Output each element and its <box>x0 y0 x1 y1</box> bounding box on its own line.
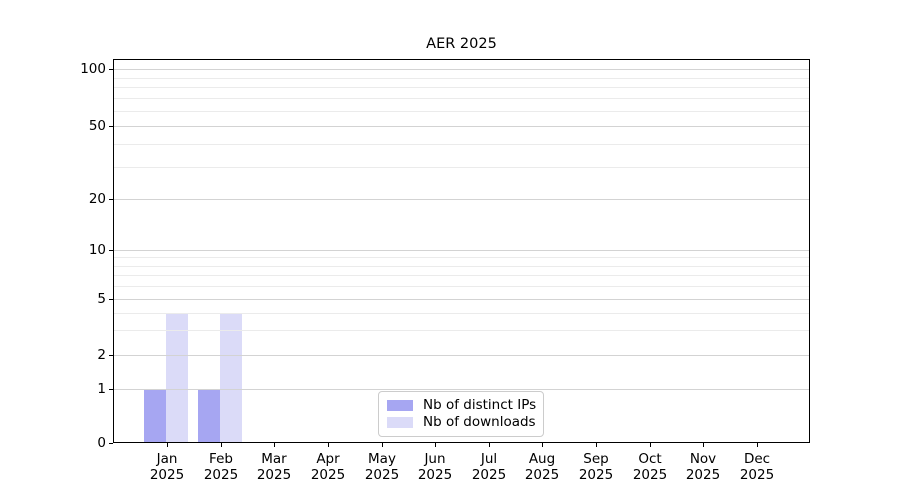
gridline-minor <box>114 87 809 88</box>
x-tick-mark <box>489 443 490 447</box>
gridline-major <box>114 126 809 127</box>
bar-distinct-ips <box>198 389 220 442</box>
x-tick-mark <box>650 443 651 447</box>
bar-downloads <box>220 313 242 442</box>
bar-distinct-ips <box>144 389 166 442</box>
y-tick-mark <box>109 389 113 390</box>
gridline-major <box>114 389 809 390</box>
gridline-minor <box>114 98 809 99</box>
legend-label: Nb of downloads <box>423 414 536 431</box>
gridline-minor <box>114 313 809 314</box>
gridline-major <box>114 355 809 356</box>
x-tick-mark <box>167 443 168 447</box>
y-tick-label: 2 <box>0 346 106 364</box>
x-tick-mark <box>757 443 758 447</box>
y-tick-mark <box>109 69 113 70</box>
y-tick-label: 10 <box>0 241 106 259</box>
x-tick-mark <box>328 443 329 447</box>
gridline-minor <box>114 330 809 331</box>
gridline-major <box>114 299 809 300</box>
x-tick-mark <box>703 443 704 447</box>
y-tick-label: 1 <box>0 380 106 398</box>
y-tick-label: 100 <box>0 60 106 78</box>
gridline-minor <box>114 266 809 267</box>
chart-title: AER 2025 <box>113 36 810 53</box>
x-tick-mark <box>596 443 597 447</box>
legend-item: Nb of downloads <box>387 414 535 431</box>
legend: Nb of distinct IPsNb of downloads <box>378 391 544 437</box>
x-tick-mark <box>274 443 275 447</box>
y-tick-mark <box>109 199 113 200</box>
y-tick-label: 0 <box>0 434 106 452</box>
x-tick-mark <box>221 443 222 447</box>
x-tick-label: Dec 2025 <box>725 451 789 483</box>
plot-area <box>113 59 810 443</box>
legend-label: Nb of distinct IPs <box>423 397 536 414</box>
gridline-minor <box>114 167 809 168</box>
gridline-minor <box>114 275 809 276</box>
gridline-major <box>114 250 809 251</box>
legend-item: Nb of distinct IPs <box>387 397 535 414</box>
legend-swatch-distinct-ips <box>387 400 413 411</box>
y-tick-mark <box>109 126 113 127</box>
gridline-major <box>114 199 809 200</box>
chart-figure: AER 2025 0125102050100Jan 2025Feb 2025Ma… <box>0 0 900 500</box>
gridline-minor <box>114 78 809 79</box>
y-tick-mark <box>109 250 113 251</box>
y-tick-label: 20 <box>0 190 106 208</box>
gridline-minor <box>114 144 809 145</box>
x-tick-mark <box>542 443 543 447</box>
gridline-major <box>114 69 809 70</box>
y-tick-label: 50 <box>0 117 106 135</box>
gridline-minor <box>114 286 809 287</box>
y-tick-mark <box>109 443 113 444</box>
x-tick-mark <box>435 443 436 447</box>
y-tick-label: 5 <box>0 290 106 308</box>
legend-swatch-downloads <box>387 417 413 428</box>
gridline-minor <box>114 257 809 258</box>
y-tick-mark <box>109 299 113 300</box>
x-tick-mark <box>382 443 383 447</box>
gridline-minor <box>114 111 809 112</box>
y-tick-mark <box>109 355 113 356</box>
bar-downloads <box>166 313 188 442</box>
